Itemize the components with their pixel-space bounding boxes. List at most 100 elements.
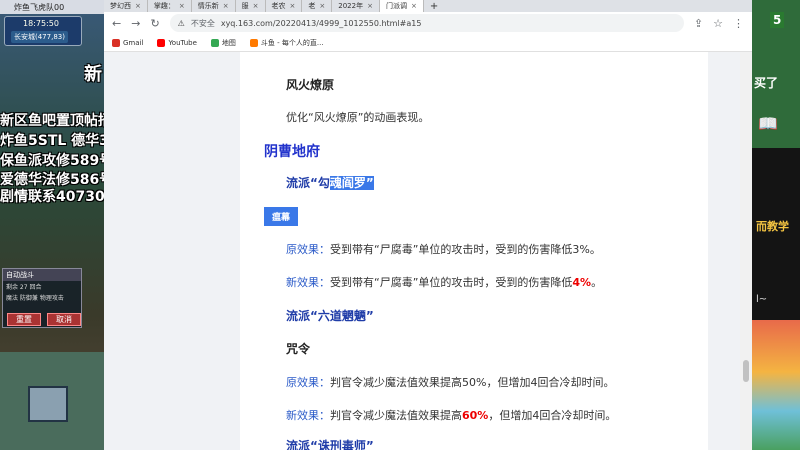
dark-panel: 而教学 l~ <box>752 148 800 320</box>
game-window[interactable]: 炸鱼飞虎队00 18:75:50 长安城(477,83) 新 新区鱼吧置顶帖招 … <box>0 0 104 450</box>
style-title-text: 流派“勾 <box>286 176 330 190</box>
security-label: 不安全 <box>190 18 215 28</box>
overlay-line: 新区鱼吧置顶帖招 <box>0 113 104 129</box>
overlay-line: 保鱼派攻修589号 <box>0 153 104 169</box>
chalkboard: 5 买了 📖 <box>752 0 800 148</box>
new-effect-text: 判官令减少魔法值效果提高 <box>330 409 462 422</box>
selected-text: 魂阎罗” <box>329 176 374 190</box>
close-icon[interactable]: × <box>135 2 141 10</box>
original-effect-label: 原效果： <box>286 376 330 389</box>
stream-side-panel: 5 买了 📖 而教学 l~ <box>752 0 800 450</box>
bookmark-douyu[interactable]: 斗鱼 - 每个人的直... <box>249 38 324 48</box>
maps-icon <box>210 38 219 47</box>
bookmark-label: 地图 <box>221 38 236 47</box>
new-effect: 新效果：判官令减少魔法值效果提高60%，但增加4回合冷却时间。 <box>286 407 616 423</box>
bookmark-gmail[interactable]: Gmail <box>112 38 144 47</box>
style-title: 流派“诛刑毒师” <box>286 439 374 450</box>
new-effect-value: 4% <box>572 276 592 289</box>
close-icon[interactable]: × <box>367 2 373 10</box>
cancel-button[interactable]: 取消 <box>47 313 81 326</box>
original-effect-text: 受到带有“尸腐毒”单位的攻击时，受到的伤害降低3%。 <box>330 243 601 256</box>
browser-tab-active[interactable]: 门派调 × <box>379 0 424 12</box>
browser-tab[interactable]: 2022年 × <box>332 0 380 12</box>
close-icon[interactable]: × <box>223 2 229 10</box>
style-title: 流派“六道魍魉” <box>286 309 374 323</box>
browser-tab[interactable]: 梦幻西 × <box>104 0 148 12</box>
panel-text: 买了 <box>754 76 779 90</box>
tab-title: 老农 <box>271 2 286 10</box>
auto-battle-panel: 自动战斗 剩余 27 回合 魔法 防御兼 物理攻击 重置 取消 <box>2 268 82 328</box>
youtube-icon <box>157 38 166 47</box>
auto-battle-title: 自动战斗 <box>3 269 81 281</box>
new-effect-value: 60% <box>462 409 489 422</box>
style-title: 流派“勾魂阎罗” <box>286 174 374 191</box>
original-effect-label: 原效果： <box>286 243 330 256</box>
browser-window: 梦幻西 × 掌趣： × 情乐新 × 服 × 老农 × 老 × 2022年 × 门派调 × + ←… <box>104 0 752 450</box>
overlay-line: 新 <box>84 64 102 85</box>
scrollbar-thumb[interactable] <box>743 360 749 382</box>
back-icon[interactable]: ← <box>112 17 121 30</box>
new-tab-icon[interactable]: + <box>430 1 438 12</box>
warning-icon[interactable]: ⚠ <box>178 19 185 28</box>
game-time: 18:75:50 <box>23 19 59 28</box>
url-text: xyq.163.com/20220413/4999_1012550.html#a… <box>220 18 422 28</box>
gmail-icon <box>112 38 120 47</box>
close-icon[interactable]: × <box>411 2 417 10</box>
reload-icon[interactable]: ↻ <box>150 17 159 30</box>
bookmark-label: 斗鱼 - 每个人的直... <box>260 38 324 47</box>
bookmark-label: YouTube <box>168 38 197 47</box>
tab-title: 老 <box>308 2 316 10</box>
reset-button[interactable]: 重置 <box>7 313 41 326</box>
browser-tab[interactable]: 情乐新 × <box>192 0 236 12</box>
original-effect: 原效果：判官令减少魔法值效果提高50%，但增加4回合冷却时间。 <box>286 374 614 390</box>
new-effect-label: 新效果： <box>286 276 330 289</box>
page-scrollbar[interactable] <box>740 52 752 450</box>
tab-strip: 梦幻西 × 掌趣： × 情乐新 × 服 × 老农 × 老 × 2022年 × 门派调 × + <box>104 0 752 12</box>
close-icon[interactable]: × <box>253 2 259 10</box>
browser-tab[interactable]: 服 × <box>236 0 266 12</box>
game-location: 长安城(477,83) <box>11 31 68 43</box>
panel-text: l~ <box>756 294 768 305</box>
forward-icon[interactable]: → <box>131 17 140 30</box>
book-icon: 📖 <box>758 114 778 133</box>
browser-tab[interactable]: 老农 × <box>266 0 303 12</box>
game-map-inset <box>28 386 68 422</box>
close-icon[interactable]: × <box>179 2 185 10</box>
character-illustration <box>752 320 800 450</box>
browser-tab[interactable]: 掌趣： × <box>148 0 192 12</box>
star-icon[interactable]: ☆ <box>713 17 723 30</box>
tab-title: 掌趣： <box>153 2 175 10</box>
skill-title: 咒令 <box>286 342 311 356</box>
new-effect-end: ，但增加4回合冷却时间。 <box>488 409 617 422</box>
tab-title: 门派调 <box>385 2 407 10</box>
close-icon[interactable]: × <box>319 2 325 10</box>
auto-battle-rounds: 剩余 27 回合 <box>6 284 42 291</box>
auto-battle-hint: 魔法 防御兼 物理攻击 <box>6 295 64 302</box>
bookmark-label: Gmail <box>123 38 144 47</box>
menu-icon[interactable]: ⋮ <box>733 17 744 30</box>
new-effect-end: 。 <box>591 276 603 289</box>
new-effect-label: 新效果： <box>286 409 330 422</box>
tab-title: 服 <box>241 2 249 10</box>
browser-toolbar: ← → ↻ ⚠ 不安全 xyq.163.com/20220413/4999_10… <box>104 12 752 34</box>
page-viewport[interactable]: 风火燎原 优化“风火燎原”的动画表现。 阴曹地府 流派“勾魂阎罗” 瘟幕 原效果… <box>104 52 740 450</box>
screen: 炸鱼飞虎队00 18:75:50 长安城(477,83) 新 新区鱼吧置顶帖招 … <box>0 0 800 450</box>
address-bar[interactable]: ⚠ 不安全 xyq.163.com/20220413/4999_1012550.… <box>169 14 684 32</box>
overlay-line: 剧情联系407306 <box>0 189 104 205</box>
tab-title: 梦幻西 <box>110 2 131 10</box>
close-icon[interactable]: × <box>290 2 296 10</box>
new-effect-text: 受到带有“尸腐毒”单位的攻击时，受到的伤害降低 <box>330 276 573 289</box>
original-effect-text: 判官令减少魔法值效果提高50%，但增加4回合冷却时间。 <box>330 376 615 389</box>
bookmarks-bar: Gmail YouTube 地图 斗鱼 - 每个人的直... <box>104 34 752 52</box>
share-icon[interactable]: ⇪ <box>694 17 703 30</box>
panel-text: 而教学 <box>756 220 789 233</box>
skill-description: 优化“风火燎原”的动画表现。 <box>286 111 430 124</box>
game-hud: 18:75:50 长安城(477,83) <box>4 16 82 46</box>
article: 风火燎原 优化“风火燎原”的动画表现。 阴曹地府 流派“勾魂阎罗” 瘟幕 原效果… <box>240 52 708 450</box>
skill-badge: 瘟幕 <box>264 207 299 226</box>
browser-tab[interactable]: 老 × <box>302 0 333 12</box>
game-minimap[interactable] <box>0 352 104 450</box>
bookmark-maps[interactable]: 地图 <box>210 38 236 48</box>
bookmark-youtube[interactable]: YouTube <box>157 38 197 47</box>
skill-title: 风火燎原 <box>286 78 335 92</box>
